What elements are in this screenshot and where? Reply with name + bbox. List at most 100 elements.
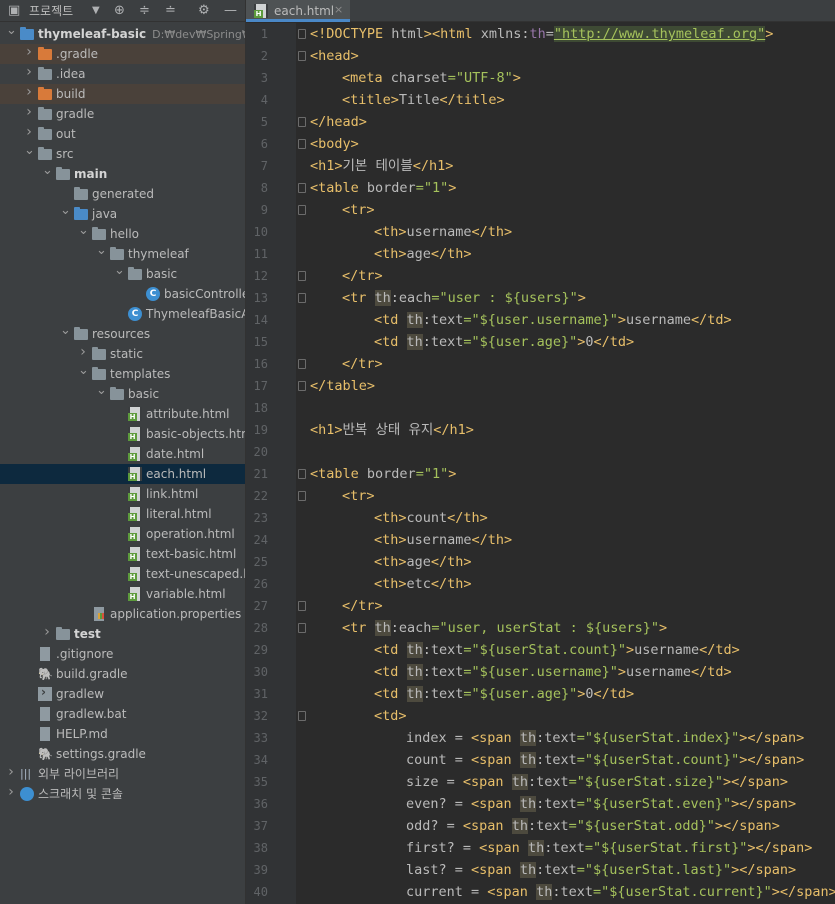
code-line[interactable]: <th>count</th>: [374, 507, 488, 529]
tree-item[interactable]: ⌄ basic: [0, 264, 245, 284]
code-line[interactable]: count = <span th:text="${userStat.count}…: [406, 749, 804, 771]
tree-item[interactable]: › ||| 외부 라이브러리: [0, 764, 245, 784]
code-line[interactable]: <meta charset="UTF-8">: [342, 67, 521, 89]
chevron-down-icon[interactable]: ⌄: [6, 24, 17, 38]
tree-item[interactable]: 🐘 settings.gradle: [0, 744, 245, 764]
code-line[interactable]: <!DOCTYPE html><html xmlns:th="http://ww…: [310, 23, 773, 45]
tree-item[interactable]: link.html: [0, 484, 245, 504]
code-line[interactable]: <td th:text="${user.username}">username<…: [374, 309, 732, 331]
code-line[interactable]: <head>: [310, 45, 359, 67]
tree-item[interactable]: gradlew.bat: [0, 704, 245, 724]
code-line[interactable]: <th>etc</th>: [374, 573, 472, 595]
expand-all-icon[interactable]: ≑: [139, 3, 150, 19]
code-line[interactable]: <h1>기본 테이블</h1>: [310, 155, 453, 177]
chevron-right-icon[interactable]: ›: [24, 125, 34, 139]
tree-item[interactable]: gradlew: [0, 684, 245, 704]
tree-item[interactable]: 🐘 build.gradle: [0, 664, 245, 684]
chevron-right-icon[interactable]: ›: [24, 65, 34, 79]
tree-item[interactable]: ⌄ thymeleaf: [0, 244, 245, 264]
tree-item[interactable]: › gradle: [0, 104, 245, 124]
chevron-down-icon[interactable]: ⌄: [42, 164, 53, 178]
code-line[interactable]: </tr>: [342, 353, 383, 375]
chevron-right-icon[interactable]: ›: [78, 345, 88, 359]
tree-item[interactable]: ⌄ src: [0, 144, 245, 164]
tree-item[interactable]: basic-objects.html: [0, 424, 245, 444]
gear-icon[interactable]: ⚙: [198, 3, 210, 19]
tree-item[interactable]: ⌄ java: [0, 204, 245, 224]
code-line[interactable]: current = <span th:text="${userStat.curr…: [406, 881, 835, 903]
minimize-icon[interactable]: —: [224, 3, 237, 19]
tree-item[interactable]: text-basic.html: [0, 544, 245, 564]
code-line[interactable]: <table border="1">: [310, 177, 456, 199]
code-line[interactable]: <td th:text="${user.age}">0</td>: [374, 331, 634, 353]
tree-item[interactable]: › build: [0, 84, 245, 104]
code-line[interactable]: <tr th:each="user : ${users}">: [342, 287, 586, 309]
tree-item[interactable]: C ThymeleafBasicApp: [0, 304, 245, 324]
tree-item[interactable]: › test: [0, 624, 245, 644]
tree-item[interactable]: ⌄ resources: [0, 324, 245, 344]
chevron-down-icon[interactable]: ⌄: [60, 204, 71, 218]
code-line[interactable]: size = <span th:text="${userStat.size}">…: [406, 771, 788, 793]
tree-item[interactable]: ⌄ thymeleaf-basicD:₩dev₩Spring₩4₩: [0, 24, 245, 44]
code-line[interactable]: <th>age</th>: [374, 551, 472, 573]
code-line[interactable]: <th>username</th>: [374, 529, 512, 551]
close-icon[interactable]: ×: [334, 3, 343, 17]
code-line[interactable]: <h1>반복 상태 유지</h1>: [310, 419, 474, 441]
tree-item[interactable]: HELP.md: [0, 724, 245, 744]
tree-item[interactable]: application.properties: [0, 604, 245, 624]
chevron-down-icon[interactable]: ⌄: [114, 264, 125, 278]
code-line[interactable]: index = <span th:text="${userStat.index}…: [406, 727, 804, 749]
tree-item[interactable]: operation.html: [0, 524, 245, 544]
tree-item[interactable]: › out: [0, 124, 245, 144]
code-line[interactable]: </tr>: [342, 265, 383, 287]
tree-item[interactable]: ⌄ main: [0, 164, 245, 184]
code-line[interactable]: <tr>: [342, 199, 375, 221]
chevron-down-icon[interactable]: ⌄: [60, 324, 71, 338]
code-line[interactable]: <td>: [374, 705, 407, 727]
code-line[interactable]: <td th:text="${userStat.count}">username…: [374, 639, 740, 661]
chevron-right-icon[interactable]: ›: [6, 785, 16, 799]
tree-item[interactable]: variable.html: [0, 584, 245, 604]
chevron-down-icon[interactable]: ⌄: [24, 144, 35, 158]
tree-item[interactable]: ⌄ basic: [0, 384, 245, 404]
code-line[interactable]: <table border="1">: [310, 463, 456, 485]
tree-item[interactable]: literal.html: [0, 504, 245, 524]
tree-item[interactable]: text-unescaped.html: [0, 564, 245, 584]
chevron-down-icon[interactable]: ▼: [92, 3, 100, 19]
tree-item[interactable]: › .idea: [0, 64, 245, 84]
code-line[interactable]: </table>: [310, 375, 375, 397]
tree-item[interactable]: each.html: [0, 464, 245, 484]
code-line[interactable]: </head>: [310, 111, 367, 133]
code-line[interactable]: </tr>: [342, 595, 383, 617]
chevron-right-icon[interactable]: ›: [24, 85, 34, 99]
tree-item[interactable]: .gitignore: [0, 644, 245, 664]
chevron-right-icon[interactable]: ›: [24, 105, 34, 119]
code-line[interactable]: last? = <span th:text="${userStat.last}"…: [406, 859, 796, 881]
code-line[interactable]: <title>Title</title>: [342, 89, 505, 111]
tree-item[interactable]: ⌄ templates: [0, 364, 245, 384]
chevron-right-icon[interactable]: ›: [6, 765, 16, 779]
code-line[interactable]: <th>age</th>: [374, 243, 472, 265]
code-line[interactable]: <td th:text="${user.username}">username<…: [374, 661, 732, 683]
code-line[interactable]: even? = <span th:text="${userStat.even}"…: [406, 793, 796, 815]
tab-each-html[interactable]: each.html ×: [246, 0, 350, 22]
locate-icon[interactable]: ⊕: [114, 3, 125, 19]
chevron-down-icon[interactable]: ⌄: [96, 384, 107, 398]
chevron-right-icon[interactable]: ›: [24, 45, 34, 59]
chevron-down-icon[interactable]: ⌄: [78, 364, 89, 378]
code-line[interactable]: <tr th:each="user, userStat : ${users}">: [342, 617, 667, 639]
chevron-down-icon[interactable]: ⌄: [78, 224, 89, 238]
chevron-right-icon[interactable]: ›: [42, 625, 52, 639]
code-area[interactable]: <!DOCTYPE html><html xmlns:th="http://ww…: [296, 23, 835, 904]
tree-item[interactable]: ⌄ hello: [0, 224, 245, 244]
project-view-icon[interactable]: ▣: [8, 3, 20, 19]
tree-item[interactable]: › 스크래치 및 콘솔: [0, 784, 245, 804]
tree-item[interactable]: generated: [0, 184, 245, 204]
code-line[interactable]: odd? = <span th:text="${userStat.odd}"><…: [406, 815, 780, 837]
tree-item[interactable]: date.html: [0, 444, 245, 464]
code-line[interactable]: <tr>: [342, 485, 375, 507]
project-view-selector[interactable]: 프로젝트: [29, 4, 73, 18]
tree-item[interactable]: › static: [0, 344, 245, 364]
code-line[interactable]: <td th:text="${user.age}">0</td>: [374, 683, 634, 705]
tree-item[interactable]: attribute.html: [0, 404, 245, 424]
